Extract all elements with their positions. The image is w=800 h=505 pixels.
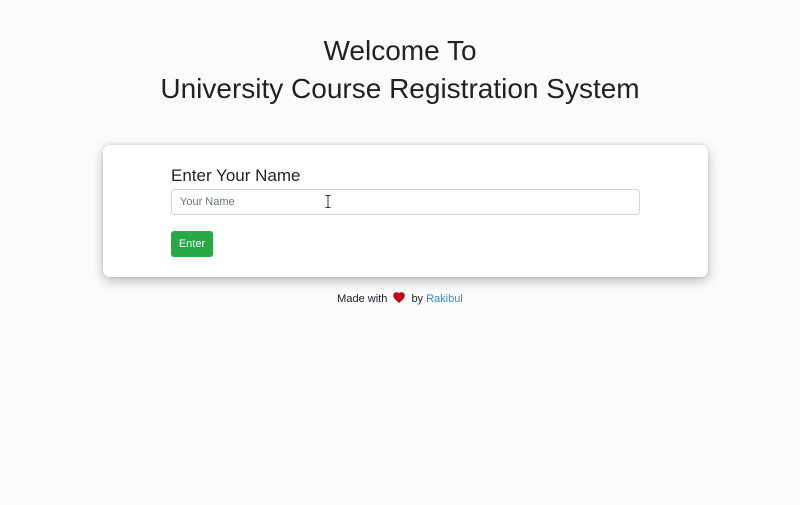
name-input[interactable] (171, 189, 640, 215)
enter-button[interactable]: Enter (171, 231, 213, 257)
footer: Made with by Rakibul (0, 292, 800, 306)
title-line-system: University Course Registration System (160, 73, 640, 104)
footer-by: by (411, 293, 424, 305)
name-label: Enter Your Name (171, 166, 301, 185)
page: Welcome To University Course Registratio… (0, 0, 800, 505)
author-link[interactable]: Rakibul (426, 293, 463, 305)
heart-icon (393, 292, 406, 303)
title-line-welcome: Welcome To (323, 35, 477, 66)
page-title: Welcome To University Course Registratio… (0, 32, 800, 108)
name-form-card: Enter Your Name Enter (103, 145, 708, 277)
footer-made-with: Made with (337, 293, 388, 305)
